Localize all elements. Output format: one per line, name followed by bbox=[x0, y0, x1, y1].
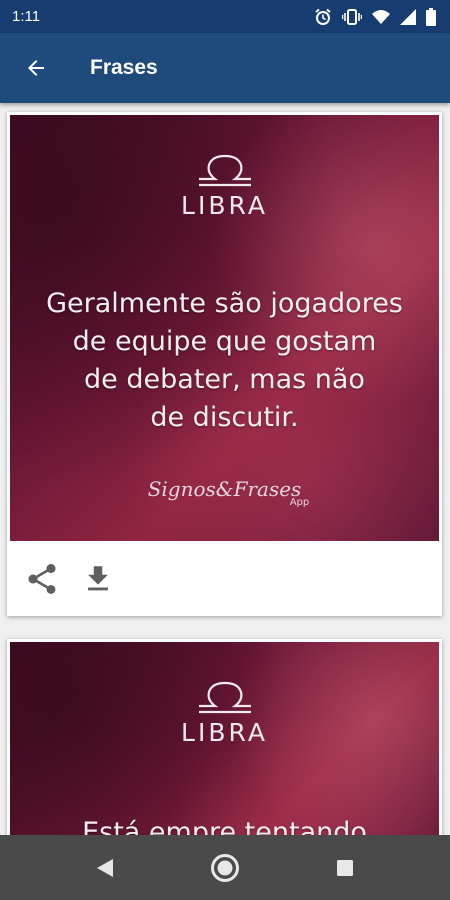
libra-symbol-icon bbox=[198, 154, 251, 187]
quote-line: Geralmente são jogadores bbox=[46, 288, 403, 319]
share-icon bbox=[28, 563, 56, 594]
arrow-back-icon bbox=[28, 60, 44, 76]
quote-line: Está empre tentando bbox=[82, 817, 367, 835]
download-button[interactable] bbox=[76, 557, 120, 601]
sign-name: LIBRA bbox=[181, 191, 268, 220]
watermark-text: Signos&Frases bbox=[147, 477, 302, 501]
quote-image: LIBRA Geralmente são jogadores de equipe… bbox=[10, 115, 439, 541]
quote-text: Está empre tentando bbox=[10, 814, 439, 835]
watermark: Signos&Frases App bbox=[10, 477, 439, 508]
alarm-icon bbox=[315, 8, 331, 25]
quote-line: de debater, mas não bbox=[84, 364, 365, 395]
quote-image: LIBRA Está empre tentando bbox=[10, 642, 439, 835]
download-icon bbox=[88, 565, 108, 590]
quotes-list[interactable]: LIBRA Geralmente são jogadores de equipe… bbox=[0, 103, 450, 835]
nav-recents-button[interactable] bbox=[325, 848, 365, 888]
quote-card: LIBRA Geralmente são jogadores de equipe… bbox=[7, 112, 442, 616]
quote-card: LIBRA Está empre tentando bbox=[7, 639, 442, 835]
home-circle-icon bbox=[211, 853, 239, 882]
recents-square-icon bbox=[337, 859, 353, 876]
page-title: Frases bbox=[90, 56, 158, 79]
vibrate-icon bbox=[342, 8, 362, 25]
libra-logo: LIBRA bbox=[10, 680, 439, 747]
status-time: 1:11 bbox=[12, 8, 41, 25]
libra-symbol-icon bbox=[198, 681, 251, 714]
nav-back-button[interactable] bbox=[85, 848, 125, 888]
quote-text: Geralmente são jogadores de equipe que g… bbox=[10, 285, 439, 437]
battery-icon bbox=[426, 7, 436, 26]
app-bar: Frases bbox=[0, 33, 450, 103]
back-triangle-icon bbox=[97, 858, 113, 877]
share-button[interactable] bbox=[20, 557, 64, 601]
back-button[interactable] bbox=[22, 54, 50, 82]
signal-icon bbox=[400, 8, 416, 25]
wifi-icon bbox=[372, 9, 390, 24]
status-bar: 1:11 bbox=[0, 0, 450, 33]
system-nav-bar bbox=[0, 835, 450, 900]
card-actions bbox=[7, 541, 442, 616]
libra-logo: LIBRA bbox=[10, 153, 439, 220]
nav-home-button[interactable] bbox=[205, 848, 245, 888]
quote-line: de equipe que gostam bbox=[72, 326, 377, 357]
quote-line: de discutir. bbox=[150, 402, 299, 433]
status-icons bbox=[314, 7, 436, 26]
sign-name: LIBRA bbox=[181, 718, 268, 747]
